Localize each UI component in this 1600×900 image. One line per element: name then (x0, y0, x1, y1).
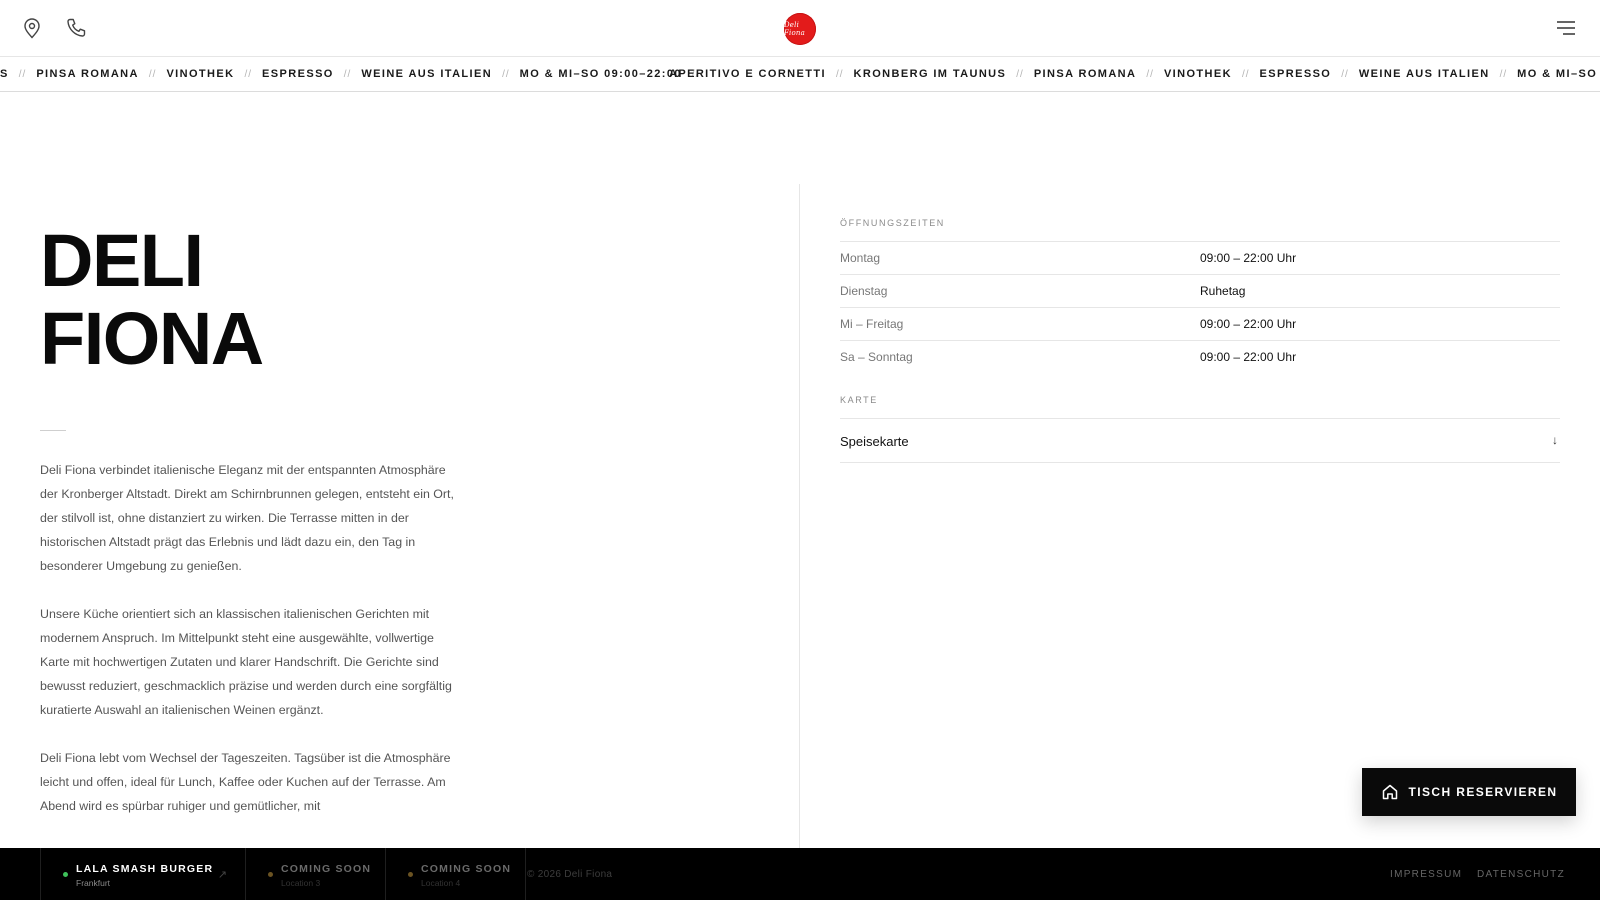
location-name: COMING SOON (281, 863, 372, 875)
status-dot (268, 872, 273, 877)
home-icon (1382, 784, 1397, 800)
title-line-2: FIONA (40, 297, 264, 380)
ticker-separator: // (1016, 68, 1024, 80)
ticker-item: PINSA ROMANA (36, 68, 139, 80)
ticker-item: ESPRESSO (1259, 68, 1332, 80)
speisekarte-download-link[interactable]: Speisekarte ↓ (840, 418, 1560, 463)
hours-time: 09:00 – 22:00 Uhr (1200, 251, 1297, 265)
ticker-item: VINOTHEK (1163, 68, 1232, 80)
intro-paragraph-1: Deli Fiona verbindet italienische Elegan… (40, 463, 454, 573)
ticker-separator: // (1241, 68, 1250, 80)
ticker-item: WEINE AUS ITALIEN (361, 68, 493, 80)
ticker-separator: // (1146, 68, 1154, 80)
ticker-item: MO & MI–SO 09:00–22:00 (519, 68, 682, 80)
hours-day: Dienstag (840, 284, 888, 298)
location-city: Location 3 (281, 878, 321, 888)
intro-paragraph-2: Unsere Küche orientiert sich an klassisc… (40, 607, 452, 717)
ticker-separator: // (343, 68, 352, 80)
location-name: COMING SOON (421, 863, 512, 875)
reserve-button-label: TISCH RESERVIEREN (1408, 785, 1558, 799)
hours-row: Dienstag Ruhetag (840, 274, 1560, 307)
download-arrow-icon: ↓ (1552, 433, 1558, 447)
ticker-item: WEINE AUS ITALIEN (1358, 68, 1490, 80)
ticker-track-2: APERITIVO E CORNETTI // KRONBERG IM TAUNUS… (669, 57, 1600, 91)
hours-day: Sa – Sonntag (840, 350, 913, 364)
hours-time: 09:00 – 22:00 Uhr (1200, 317, 1297, 331)
reserve-table-button[interactable]: TISCH RESERVIEREN (1362, 768, 1576, 816)
status-dot (408, 872, 413, 877)
ticker-item: VINOTHEK (166, 68, 235, 80)
ticker-separator: // (502, 68, 510, 80)
ticker-item: S (0, 68, 9, 80)
site-header: Deli Fiona (0, 0, 1600, 57)
location-city: Location 4 (421, 878, 461, 888)
location-card-lala[interactable]: LALA SMASH BURGER Frankfurt ↗ (40, 848, 246, 900)
hamburger-menu-icon[interactable] (1554, 16, 1578, 40)
hours-row: Montag 09:00 – 22:00 Uhr (840, 241, 1560, 274)
opening-hours-table: Montag 09:00 – 22:00 Uhr Dienstag Ruheta… (840, 241, 1560, 373)
hours-time: Ruhetag (1200, 284, 1246, 298)
logo-text: Deli Fiona (784, 21, 805, 37)
hours-label: ÖFFNUNGSZEITEN (840, 218, 945, 228)
location-name: LALA SMASH BURGER (76, 863, 214, 875)
ticker-track-1: S // PINSA ROMANA // VINOTHEK // ESPRESSO // WEI… (0, 57, 709, 91)
hours-day: Montag (840, 251, 881, 265)
location-card-coming-soon-4: COMING SOON Location 4 (386, 848, 526, 900)
datenschutz-link[interactable]: DATENSCHUTZ (1477, 869, 1565, 880)
ticker-item: MO & MI–SO 09:00–22:00 (1517, 68, 1600, 80)
map-pin-icon[interactable] (20, 16, 44, 40)
ticker-separator: // (835, 68, 844, 80)
ticker-separator: // (1341, 68, 1349, 80)
hours-time: 09:00 – 22:00 Uhr (1200, 350, 1297, 364)
ticker-item: APERITIVO E CORNETTI (669, 68, 826, 80)
ticker-item: ESPRESSO (262, 68, 334, 80)
site-footer: LALA SMASH BURGER Frankfurt ↗ COMING SOO… (0, 848, 1600, 900)
title-line-1: DELI (40, 219, 204, 302)
copyright-text: © 2026 Deli Fiona (527, 869, 613, 880)
impressum-link[interactable]: IMPRESSUM (1390, 869, 1462, 880)
feature-ticker: S // PINSA ROMANA // VINOTHEK // ESPRESSO // WEI… (0, 57, 1600, 92)
intro-paragraph-3: Deli Fiona lebt vom Wechsel der Tageszei… (40, 751, 451, 813)
ticker-separator: // (244, 68, 253, 80)
location-card-coming-soon-3: COMING SOON Location 3 (246, 848, 386, 900)
hours-day: Mi – Freitag (840, 317, 904, 331)
speisekarte-label: Speisekarte (840, 434, 909, 449)
external-link-icon: ↗ (217, 869, 227, 881)
ticker-item: PINSA ROMANA (1033, 68, 1137, 80)
karte-label: KARTE (840, 395, 878, 405)
hours-row: Sa – Sonntag 09:00 – 22:00 Uhr (840, 340, 1560, 373)
title-divider (40, 430, 66, 431)
hours-row: Mi – Freitag 09:00 – 22:00 Uhr (840, 307, 1560, 340)
ticker-separator: // (1499, 68, 1508, 80)
status-dot (63, 872, 68, 877)
column-divider (799, 184, 800, 848)
ticker-item: KRONBERG IM TAUNUS (853, 68, 1007, 80)
location-city: Frankfurt (76, 878, 111, 888)
brand-logo[interactable]: Deli Fiona (784, 13, 816, 45)
phone-icon[interactable] (64, 16, 88, 40)
ticker-separator: // (18, 68, 27, 80)
ticker-separator: // (148, 68, 157, 80)
page-title: DELI FIONA (40, 219, 264, 380)
